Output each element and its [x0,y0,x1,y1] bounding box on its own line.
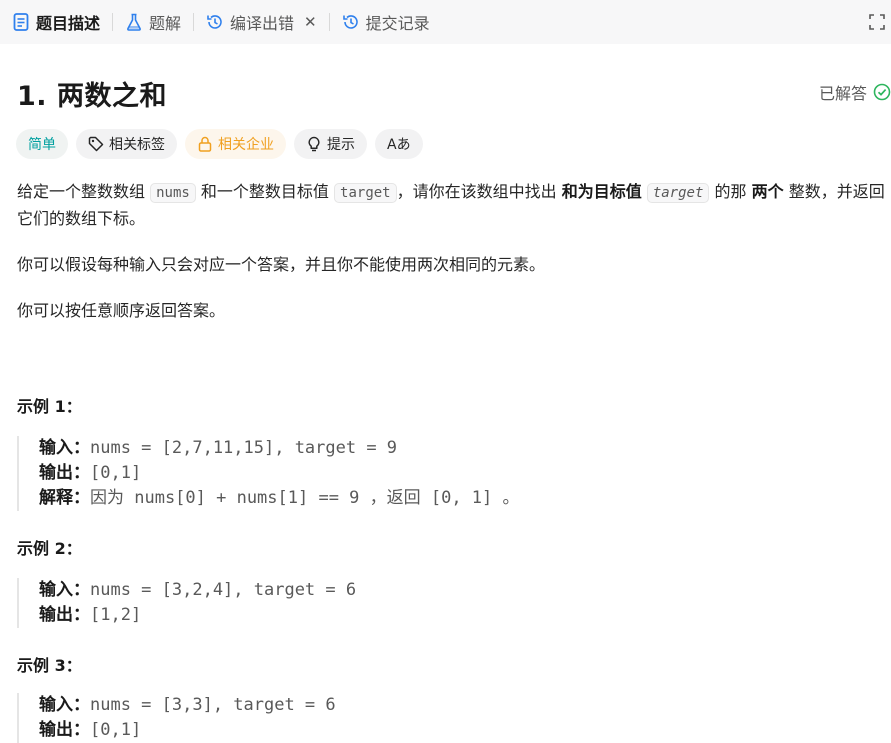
example-output-label: 输出： [39,605,90,625]
example-output-line: 输出：[0,1] [39,718,817,743]
example-input-value: nums = [2,7,11,15], target = 9 [90,438,398,458]
tab-divider [328,13,330,31]
lock-icon [197,136,213,152]
difficulty-tag[interactable]: 简单 [16,129,68,159]
lightbulb-icon [306,136,322,152]
example-explain-label: 解释： [39,488,90,508]
tab-description-label: 题目描述 [36,14,101,33]
expand-icon[interactable] [867,12,887,32]
hint-tag[interactable]: 提示 [294,129,367,159]
inline-code: target [646,183,710,203]
tab-compile-error[interactable]: 编译出错 ✕ [206,0,317,44]
description-paragraph-2: 你可以假设每种输入只会对应一个答案，并且你不能使用两次相同的元素。 [17,255,546,274]
tab-divider [193,13,195,31]
topics-tag[interactable]: 相关标签 [76,129,177,159]
example-input-value: nums = [3,3], target = 6 [90,695,336,715]
example-explain-value: 因为 nums[0] + nums[1] == 9 ，返回 [0, 1] 。 [90,488,520,508]
solved-status: 已解答 [819,80,891,104]
example-input-label: 输入： [39,695,90,715]
problem-title: 1. 两数之和 [17,81,167,112]
example-input-label: 输入： [39,438,90,458]
description-paragraph-3: 你可以按任意顺序返回答案。 [17,301,226,320]
tag-icon [88,136,104,152]
example-1-block: 输入：nums = [2,7,11,15], target = 9 输出：[0,… [17,436,817,511]
bold-text: 和为目标值 [561,182,642,201]
example-3-block: 输入：nums = [3,3], target = 6 输出：[0,1] [17,693,817,743]
text: ，请你在该数组中找出 [396,182,557,201]
text: 和一个整数目标值 [200,182,329,201]
example-input-value: nums = [3,2,4], target = 6 [90,580,357,600]
tab-description[interactable]: 题目描述 [12,0,100,44]
companies-tag[interactable]: 相关企业 [185,129,286,159]
tab-bar: 题目描述 题解 编译出错 ✕ 提交记录 [0,0,891,44]
text: 的那 [714,182,747,201]
example-input-label: 输入： [39,580,90,600]
example-1-title: 示例 1： [17,397,82,416]
hint-tag-label: 提示 [327,137,355,153]
bold-text: 两个 [751,182,784,201]
inline-code: target [334,183,397,203]
tab-solutions-label: 题解 [149,14,182,33]
tab-submissions-label: 提交记录 [365,14,430,33]
tab-divider [112,13,114,31]
flask-icon [125,13,143,31]
history-icon [206,13,224,31]
example-output-value: [1,2] [90,605,142,625]
example-3-title: 示例 3： [17,656,82,675]
tab-submissions[interactable]: 提交记录 [342,0,430,44]
description-paragraph-1: 给定一个整数数组 nums 和一个整数目标值 target ，请你在该数组中找出 … [17,179,891,232]
example-input-line: 输入：nums = [2,7,11,15], target = 9 [39,436,817,461]
example-output-label: 输出： [39,463,90,483]
inline-code: nums [150,183,196,203]
solved-status-label: 已解答 [818,84,867,103]
example-explain-line: 解释：因为 nums[0] + nums[1] == 9 ，返回 [0, 1] … [39,486,817,511]
example-input-line: 输入：nums = [3,3], target = 6 [39,693,817,718]
example-input-line: 输入：nums = [3,2,4], target = 6 [39,578,817,603]
history-icon [342,13,360,31]
translate-tag[interactable]: Aあ [375,129,423,159]
tab-solutions[interactable]: 题解 [125,0,181,44]
translate-icon: Aあ [387,137,411,153]
text: 给定一个整数数组 [17,182,146,201]
problem-description: 给定一个整数数组 nums 和一个整数目标值 target ，请你在该数组中找出 … [17,179,891,344]
check-circle-icon [873,83,891,101]
companies-tag-label: 相关企业 [218,137,274,153]
example-output-line: 输出：[1,2] [39,603,817,628]
example-2-block: 输入：nums = [3,2,4], target = 6 输出：[1,2] [17,578,817,628]
description-icon [12,13,30,31]
example-output-label: 输出： [39,720,90,740]
tag-row: 简单 相关标签 相关企业 提示 Aあ [16,129,423,159]
topics-tag-label: 相关标签 [109,137,165,153]
example-output-value: [0,1] [90,463,142,483]
example-2-title: 示例 2： [17,539,82,558]
tab-compile-error-label: 编译出错 [230,14,295,33]
example-output-value: [0,1] [90,720,142,740]
example-output-line: 输出：[0,1] [39,461,817,486]
close-icon[interactable]: ✕ [304,13,317,31]
